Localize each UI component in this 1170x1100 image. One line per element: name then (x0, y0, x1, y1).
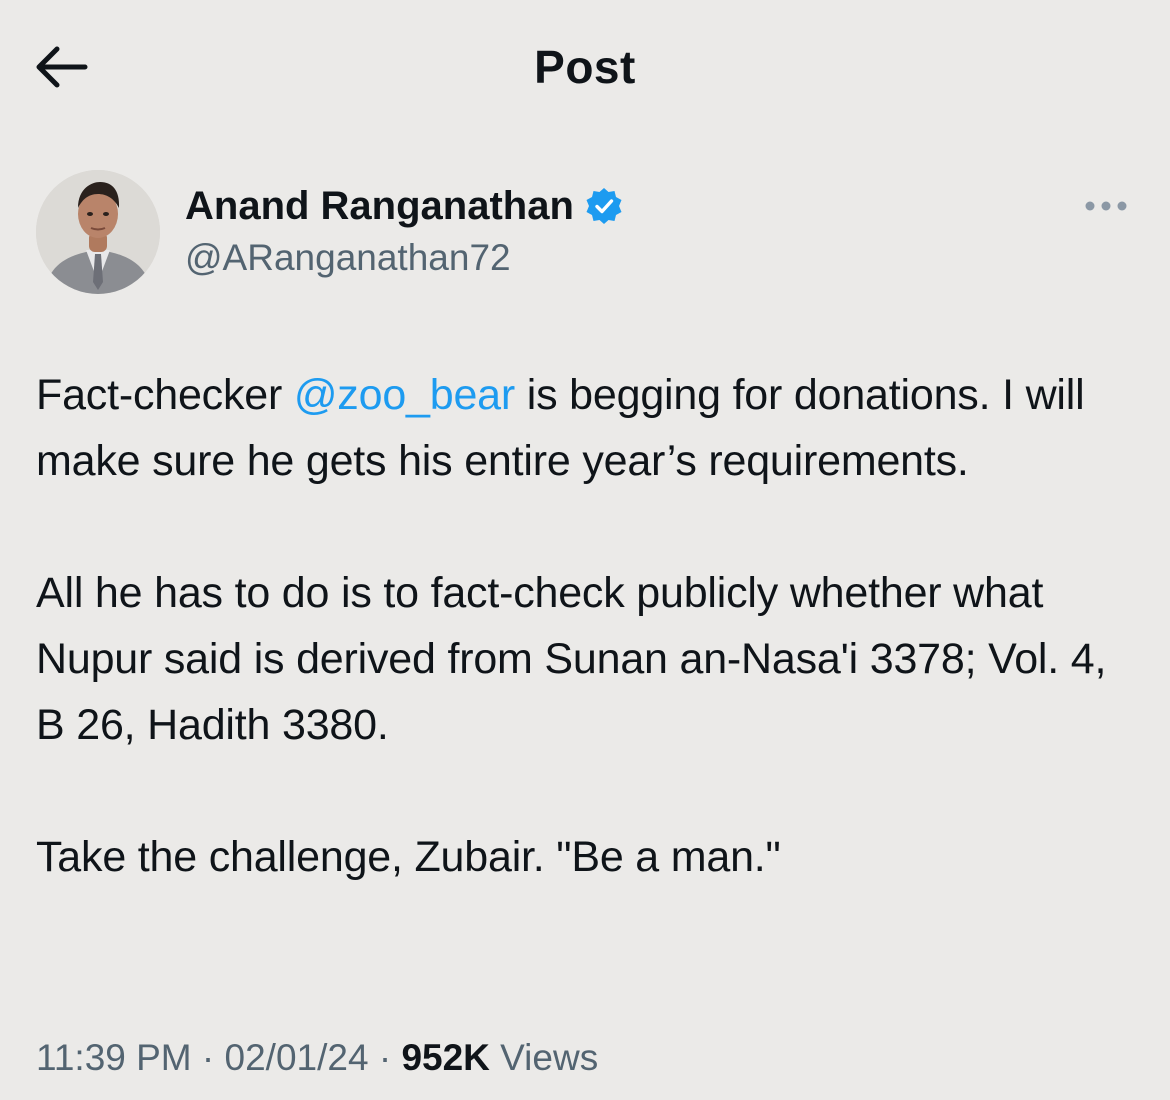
avatar-image (36, 170, 160, 294)
views-count[interactable]: 952K (401, 1037, 489, 1078)
author-handle[interactable]: @ARanganathan72 (185, 234, 511, 282)
post-date[interactable]: 02/01/24 (225, 1037, 369, 1078)
tweet-paragraph-2: All he has to do is to fact-check public… (36, 569, 1107, 749)
post-time[interactable]: 11:39 PM (36, 1037, 192, 1078)
avatar[interactable] (36, 170, 160, 294)
tweet-meta: 11:39 PM · 02/01/24 · 952K Views (36, 1030, 598, 1086)
verified-badge-icon (584, 186, 624, 226)
top-bar: Post (0, 0, 1170, 135)
author-name-row: Anand Ranganathan (185, 182, 624, 230)
tweet-paragraph-3: Take the challenge, Zubair. "Be a man." (36, 833, 781, 881)
tweet-author: Anand Ranganathan @ARanganathan72 (36, 170, 1136, 295)
meta-separator: · (191, 1037, 225, 1078)
tweet-text-segment: Fact-checker (36, 371, 294, 419)
more-options-button[interactable] (1076, 188, 1136, 224)
page-title: Post (534, 41, 636, 93)
tweet-paragraph-1: Fact-checker @zoo_bear is begging for do… (36, 362, 1136, 494)
author-name[interactable]: Anand Ranganathan (185, 182, 574, 230)
more-horizontal-icon (1085, 201, 1127, 211)
tweet-text: Fact-checker @zoo_bear is begging for do… (36, 362, 1136, 956)
mention-link[interactable]: @zoo_bear (294, 371, 515, 419)
meta-separator: · (368, 1037, 402, 1078)
views-label: Views (489, 1037, 599, 1078)
